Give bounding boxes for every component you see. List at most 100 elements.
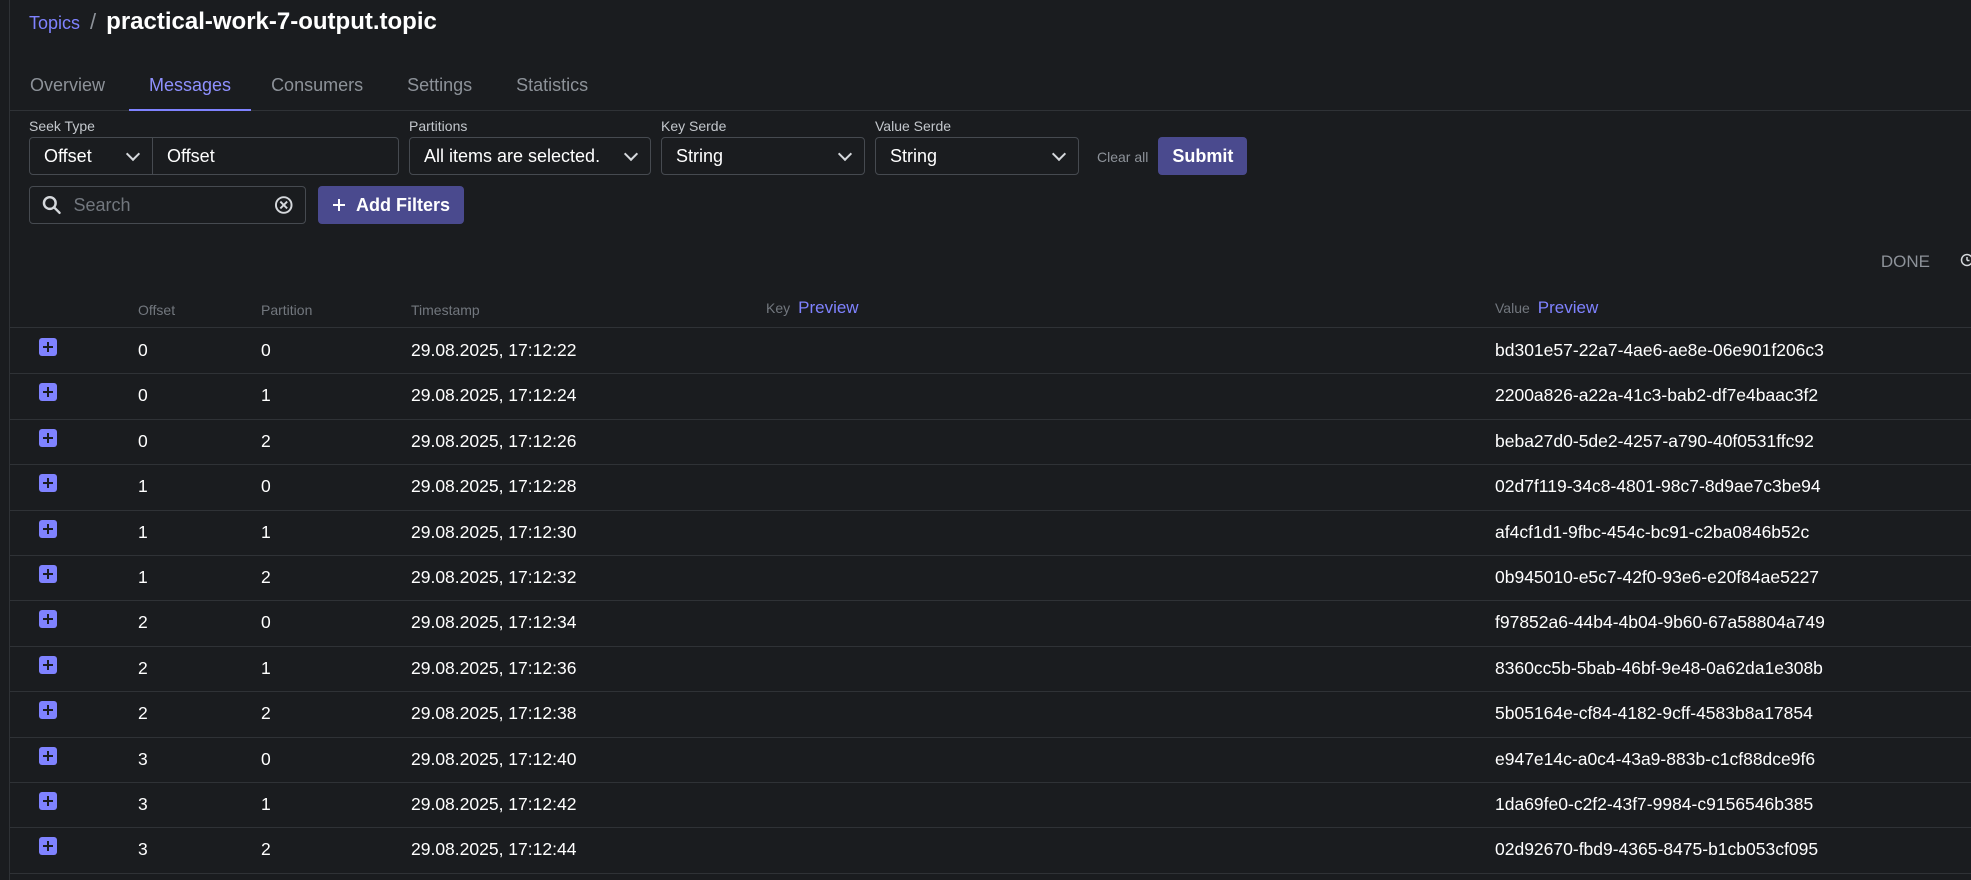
submit-button[interactable]: Submit <box>1158 137 1248 175</box>
value-serde-select[interactable]: String <box>875 137 1079 175</box>
value-serde-label: Value Serde <box>875 118 952 134</box>
topic-page: Topics / practical-work-7-output.topic O… <box>9 0 1971 880</box>
seek-offset-input[interactable] <box>153 137 399 175</box>
breadcrumb-topics-link[interactable]: Topics <box>29 13 80 34</box>
cell-partition: 2 <box>261 567 271 587</box>
cell-offset: 2 <box>138 657 148 678</box>
cell-partition: 0 <box>261 748 271 769</box>
table-row[interactable]: 0 1 29.08.2025, 17:12:24 2200a826-a22a-41c3… <box>10 374 1971 420</box>
expand-icon[interactable] <box>39 610 57 629</box>
plus-icon <box>333 199 345 211</box>
cell-timestamp: 29.08.2025, 17:12:42 <box>411 794 577 814</box>
expand-icon[interactable] <box>39 746 57 765</box>
table-row[interactable]: 3 0 29.08.2025, 17:12:40 e947e14c-a0c4-43a9… <box>10 738 1971 783</box>
seek-type-select[interactable]: Offset <box>29 137 153 175</box>
cell-partition: 1 <box>261 521 271 542</box>
key-serde-select[interactable]: String <box>661 137 865 175</box>
seek-type-group: Seek Type Offset <box>29 118 399 175</box>
cell-timestamp: 29.08.2025, 17:12:38 <box>411 703 577 724</box>
cell-partition: 1 <box>261 385 271 406</box>
cell-timestamp: 29.08.2025, 17:12:22 <box>411 340 577 360</box>
cell-value: 5b05164e-cf84-4182-9cff-4583b8a17854 <box>1495 703 1813 724</box>
chevron-down-icon <box>125 146 141 161</box>
table-row[interactable]: 3 1 29.08.2025, 17:12:42 1da69fe0-c2f2-43f7… <box>10 783 1971 829</box>
header-key-label: Key <box>766 300 791 316</box>
header-partition: Partition <box>261 302 313 318</box>
header-value-label: Value <box>1495 300 1530 316</box>
search-input[interactable] <box>73 194 262 216</box>
cell-value: 02d92670-fbd9-4365-8475-b1cb053cf095 <box>1495 839 1819 860</box>
cell-partition: 0 <box>261 476 271 497</box>
breadcrumb: Topics / practical-work-7-output.topic <box>29 8 437 36</box>
cell-timestamp: 29.08.2025, 17:12:40 <box>411 748 577 769</box>
tab-bar: Overview Messages Consumers Settings Sta… <box>10 64 1971 111</box>
expand-icon[interactable] <box>39 428 57 447</box>
expand-icon[interactable] <box>39 701 57 720</box>
page-title: practical-work-7-output.topic <box>106 8 437 35</box>
cell-partition: 2 <box>261 839 271 860</box>
cell-offset: 3 <box>138 839 148 860</box>
cell-value: af4cf1d1-9fbc-454c-bc91-c2ba0846b52c <box>1495 521 1810 542</box>
value-serde-value: String <box>890 145 938 166</box>
cell-partition: 0 <box>261 612 271 633</box>
table-row[interactable]: 2 2 29.08.2025, 17:12:38 5b05164e-cf84-4182… <box>10 692 1971 738</box>
tab-messages[interactable]: Messages <box>129 64 252 111</box>
expand-icon[interactable] <box>39 792 57 810</box>
cell-value: 2200a826-a22a-41c3-bab2-df7e4baac3f2 <box>1495 385 1819 406</box>
search-row: Add Filters <box>29 186 465 224</box>
cell-offset: 0 <box>138 385 148 406</box>
expand-icon[interactable] <box>39 338 57 356</box>
expand-icon[interactable] <box>39 383 57 402</box>
chevron-down-icon <box>1051 146 1067 161</box>
tab-consumers[interactable]: Consumers <box>271 64 363 111</box>
cell-value: e947e14c-a0c4-43a9-883b-c1cf88dce9f6 <box>1495 748 1816 769</box>
table-row[interactable]: 0 2 29.08.2025, 17:12:26 beba27d0-5de2-4257… <box>10 420 1971 466</box>
table-row[interactable]: 0 0 29.08.2025, 17:12:22 bd301e57-22a7-4ae6… <box>10 329 1971 375</box>
expand-icon[interactable] <box>39 655 57 674</box>
clear-icon[interactable] <box>274 195 294 215</box>
table-row[interactable]: 1 1 29.08.2025, 17:12:30 af4cf1d1-9fbc-454c… <box>10 511 1971 556</box>
cell-offset: 3 <box>138 748 148 769</box>
search-box <box>29 186 306 224</box>
cell-value: beba27d0-5de2-4257-a790-40f0531ffc92 <box>1495 430 1814 451</box>
value-preview-button[interactable]: Preview <box>1538 298 1598 317</box>
partitions-group: Partitions All items are selected. <box>409 118 651 175</box>
value-serde-group: Value Serde String <box>875 118 1079 175</box>
table-row[interactable]: 2 1 29.08.2025, 17:12:36 8360cc5b-5bab-46bf… <box>10 647 1971 693</box>
table-header: Offset Partition Timestamp Key Preview Va… <box>10 298 1971 328</box>
table-row[interactable]: 2 0 29.08.2025, 17:12:34 f97852a6-44b4-4b04… <box>10 601 1971 647</box>
cell-offset: 2 <box>138 612 148 633</box>
search-icon <box>42 195 61 215</box>
seek-type-label: Seek Type <box>29 118 95 134</box>
expand-icon[interactable] <box>39 565 57 583</box>
clear-all-button[interactable]: Clear all <box>1097 149 1148 165</box>
expand-icon[interactable] <box>39 519 57 538</box>
breadcrumb-separator: / <box>90 9 97 34</box>
key-preview-button[interactable]: Preview <box>798 298 858 317</box>
cell-timestamp: 29.08.2025, 17:12:32 <box>411 567 577 587</box>
cell-partition: 1 <box>261 657 271 678</box>
tab-settings[interactable]: Settings <box>407 64 472 111</box>
table-row[interactable]: 1 0 29.08.2025, 17:12:28 02d7f119-34c8-4801… <box>10 465 1971 511</box>
add-filters-label: Add Filters <box>356 194 451 215</box>
tab-overview[interactable]: Overview <box>30 64 105 111</box>
cell-partition: 2 <box>261 703 271 724</box>
cell-value: 1da69fe0-c2f2-43f7-9984-c9156546b385 <box>1495 794 1814 814</box>
cell-value: 8360cc5b-5bab-46bf-9e48-0a62da1e308b <box>1495 657 1823 678</box>
expand-icon[interactable] <box>39 474 57 493</box>
add-filters-button[interactable]: Add Filters <box>318 186 465 224</box>
cell-offset: 2 <box>138 703 148 724</box>
tab-statistics[interactable]: Statistics <box>516 64 588 111</box>
cell-value: 0b945010-e5c7-42f0-93e6-e20f84ae5227 <box>1495 567 1820 587</box>
cell-value: f97852a6-44b4-4b04-9b60-67a58804a749 <box>1495 612 1825 633</box>
header-value: Value Preview <box>1495 298 1598 318</box>
table-row[interactable]: 1 2 29.08.2025, 17:12:32 0b945010-e5c7-42f0… <box>10 556 1971 602</box>
table-row[interactable]: 3 2 29.08.2025, 17:12:44 02d92670-fbd9-4365… <box>10 828 1971 874</box>
partitions-select[interactable]: All items are selected. <box>409 137 651 175</box>
cell-timestamp: 29.08.2025, 17:12:44 <box>411 839 577 860</box>
key-serde-value: String <box>676 145 724 166</box>
cell-offset: 1 <box>138 567 148 587</box>
cell-timestamp: 29.08.2025, 17:12:28 <box>411 476 577 497</box>
expand-icon[interactable] <box>39 837 57 856</box>
key-serde-group: Key Serde String <box>661 118 865 175</box>
